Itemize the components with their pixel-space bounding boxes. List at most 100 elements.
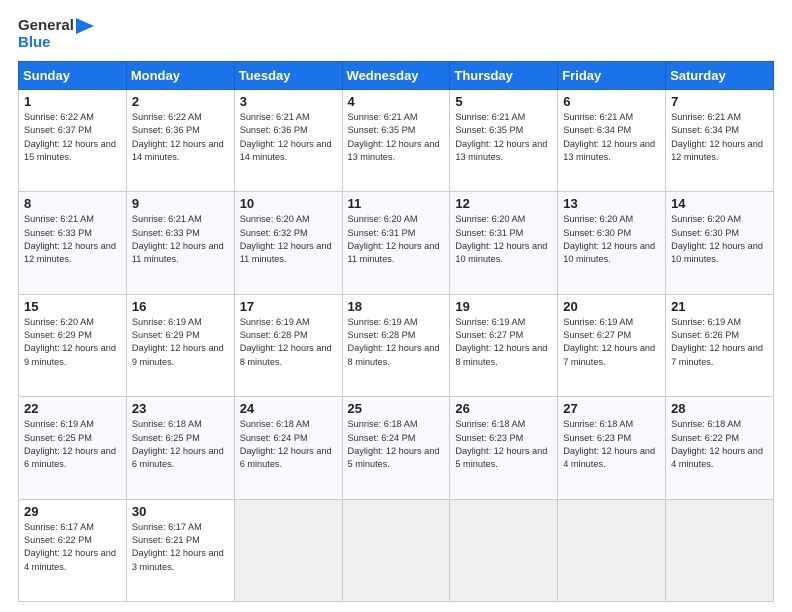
calendar-row: 15 Sunrise: 6:20 AM Sunset: 6:29 PM Dayl… — [19, 294, 774, 396]
table-cell: 29 Sunrise: 6:17 AM Sunset: 6:22 PM Dayl… — [19, 499, 127, 601]
cell-info: Sunrise: 6:20 AM Sunset: 6:29 PM Dayligh… — [24, 316, 121, 369]
day-number: 1 — [24, 94, 121, 109]
cell-info: Sunrise: 6:20 AM Sunset: 6:32 PM Dayligh… — [240, 213, 337, 266]
table-cell — [666, 499, 774, 601]
col-wednesday: Wednesday — [342, 62, 450, 90]
day-number: 27 — [563, 401, 660, 416]
table-cell — [450, 499, 558, 601]
cell-info: Sunrise: 6:22 AM Sunset: 6:37 PM Dayligh… — [24, 111, 121, 164]
day-number: 22 — [24, 401, 121, 416]
table-cell: 7 Sunrise: 6:21 AM Sunset: 6:34 PM Dayli… — [666, 90, 774, 192]
day-number: 6 — [563, 94, 660, 109]
table-cell: 23 Sunrise: 6:18 AM Sunset: 6:25 PM Dayl… — [126, 397, 234, 499]
table-cell: 19 Sunrise: 6:19 AM Sunset: 6:27 PM Dayl… — [450, 294, 558, 396]
col-tuesday: Tuesday — [234, 62, 342, 90]
day-number: 4 — [348, 94, 445, 109]
table-cell: 5 Sunrise: 6:21 AM Sunset: 6:35 PM Dayli… — [450, 90, 558, 192]
col-thursday: Thursday — [450, 62, 558, 90]
cell-info: Sunrise: 6:21 AM Sunset: 6:33 PM Dayligh… — [24, 213, 121, 266]
cell-info: Sunrise: 6:18 AM Sunset: 6:24 PM Dayligh… — [348, 418, 445, 471]
day-number: 13 — [563, 196, 660, 211]
cell-info: Sunrise: 6:19 AM Sunset: 6:28 PM Dayligh… — [240, 316, 337, 369]
table-cell: 4 Sunrise: 6:21 AM Sunset: 6:35 PM Dayli… — [342, 90, 450, 192]
table-cell: 2 Sunrise: 6:22 AM Sunset: 6:36 PM Dayli… — [126, 90, 234, 192]
header: General Blue — [18, 18, 774, 51]
table-cell: 25 Sunrise: 6:18 AM Sunset: 6:24 PM Dayl… — [342, 397, 450, 499]
table-cell: 8 Sunrise: 6:21 AM Sunset: 6:33 PM Dayli… — [19, 192, 127, 294]
cell-info: Sunrise: 6:19 AM Sunset: 6:27 PM Dayligh… — [563, 316, 660, 369]
table-cell: 12 Sunrise: 6:20 AM Sunset: 6:31 PM Dayl… — [450, 192, 558, 294]
cell-info: Sunrise: 6:17 AM Sunset: 6:22 PM Dayligh… — [24, 521, 121, 574]
cell-info: Sunrise: 6:21 AM Sunset: 6:35 PM Dayligh… — [348, 111, 445, 164]
cell-info: Sunrise: 6:22 AM Sunset: 6:36 PM Dayligh… — [132, 111, 229, 164]
table-cell: 22 Sunrise: 6:19 AM Sunset: 6:25 PM Dayl… — [19, 397, 127, 499]
day-number: 18 — [348, 299, 445, 314]
logo-general: General — [18, 18, 74, 35]
table-cell: 1 Sunrise: 6:22 AM Sunset: 6:37 PM Dayli… — [19, 90, 127, 192]
cell-info: Sunrise: 6:18 AM Sunset: 6:24 PM Dayligh… — [240, 418, 337, 471]
cell-info: Sunrise: 6:19 AM Sunset: 6:26 PM Dayligh… — [671, 316, 768, 369]
calendar-row: 22 Sunrise: 6:19 AM Sunset: 6:25 PM Dayl… — [19, 397, 774, 499]
table-cell: 16 Sunrise: 6:19 AM Sunset: 6:29 PM Dayl… — [126, 294, 234, 396]
cell-info: Sunrise: 6:18 AM Sunset: 6:23 PM Dayligh… — [455, 418, 552, 471]
calendar-header-row: Sunday Monday Tuesday Wednesday Thursday… — [19, 62, 774, 90]
table-cell: 9 Sunrise: 6:21 AM Sunset: 6:33 PM Dayli… — [126, 192, 234, 294]
day-number: 8 — [24, 196, 121, 211]
table-cell: 6 Sunrise: 6:21 AM Sunset: 6:34 PM Dayli… — [558, 90, 666, 192]
day-number: 24 — [240, 401, 337, 416]
table-cell: 11 Sunrise: 6:20 AM Sunset: 6:31 PM Dayl… — [342, 192, 450, 294]
day-number: 14 — [671, 196, 768, 211]
cell-info: Sunrise: 6:18 AM Sunset: 6:25 PM Dayligh… — [132, 418, 229, 471]
day-number: 17 — [240, 299, 337, 314]
day-number: 7 — [671, 94, 768, 109]
day-number: 20 — [563, 299, 660, 314]
table-cell — [342, 499, 450, 601]
cell-info: Sunrise: 6:17 AM Sunset: 6:21 PM Dayligh… — [132, 521, 229, 574]
cell-info: Sunrise: 6:19 AM Sunset: 6:29 PM Dayligh… — [132, 316, 229, 369]
calendar-row: 1 Sunrise: 6:22 AM Sunset: 6:37 PM Dayli… — [19, 90, 774, 192]
col-friday: Friday — [558, 62, 666, 90]
day-number: 21 — [671, 299, 768, 314]
table-cell: 30 Sunrise: 6:17 AM Sunset: 6:21 PM Dayl… — [126, 499, 234, 601]
table-cell: 14 Sunrise: 6:20 AM Sunset: 6:30 PM Dayl… — [666, 192, 774, 294]
page: General Blue Sunday Monday Tuesday Wedne… — [0, 0, 792, 612]
day-number: 11 — [348, 196, 445, 211]
table-cell: 3 Sunrise: 6:21 AM Sunset: 6:36 PM Dayli… — [234, 90, 342, 192]
table-cell: 24 Sunrise: 6:18 AM Sunset: 6:24 PM Dayl… — [234, 397, 342, 499]
day-number: 25 — [348, 401, 445, 416]
day-number: 26 — [455, 401, 552, 416]
table-cell: 17 Sunrise: 6:19 AM Sunset: 6:28 PM Dayl… — [234, 294, 342, 396]
cell-info: Sunrise: 6:20 AM Sunset: 6:30 PM Dayligh… — [563, 213, 660, 266]
col-sunday: Sunday — [19, 62, 127, 90]
day-number: 29 — [24, 504, 121, 519]
day-number: 23 — [132, 401, 229, 416]
table-cell: 28 Sunrise: 6:18 AM Sunset: 6:22 PM Dayl… — [666, 397, 774, 499]
day-number: 2 — [132, 94, 229, 109]
cell-info: Sunrise: 6:21 AM Sunset: 6:34 PM Dayligh… — [671, 111, 768, 164]
table-cell — [234, 499, 342, 601]
cell-info: Sunrise: 6:21 AM Sunset: 6:35 PM Dayligh… — [455, 111, 552, 164]
calendar-row: 8 Sunrise: 6:21 AM Sunset: 6:33 PM Dayli… — [19, 192, 774, 294]
logo-blue: Blue — [18, 35, 51, 52]
day-number: 5 — [455, 94, 552, 109]
cell-info: Sunrise: 6:21 AM Sunset: 6:34 PM Dayligh… — [563, 111, 660, 164]
day-number: 30 — [132, 504, 229, 519]
cell-info: Sunrise: 6:18 AM Sunset: 6:23 PM Dayligh… — [563, 418, 660, 471]
table-cell: 21 Sunrise: 6:19 AM Sunset: 6:26 PM Dayl… — [666, 294, 774, 396]
table-cell: 26 Sunrise: 6:18 AM Sunset: 6:23 PM Dayl… — [450, 397, 558, 499]
col-saturday: Saturday — [666, 62, 774, 90]
day-number: 12 — [455, 196, 552, 211]
logo: General Blue — [18, 18, 94, 51]
cell-info: Sunrise: 6:20 AM Sunset: 6:30 PM Dayligh… — [671, 213, 768, 266]
cell-info: Sunrise: 6:21 AM Sunset: 6:36 PM Dayligh… — [240, 111, 337, 164]
day-number: 19 — [455, 299, 552, 314]
cell-info: Sunrise: 6:19 AM Sunset: 6:28 PM Dayligh… — [348, 316, 445, 369]
table-cell: 20 Sunrise: 6:19 AM Sunset: 6:27 PM Dayl… — [558, 294, 666, 396]
table-cell: 18 Sunrise: 6:19 AM Sunset: 6:28 PM Dayl… — [342, 294, 450, 396]
table-cell: 15 Sunrise: 6:20 AM Sunset: 6:29 PM Dayl… — [19, 294, 127, 396]
cell-info: Sunrise: 6:21 AM Sunset: 6:33 PM Dayligh… — [132, 213, 229, 266]
day-number: 3 — [240, 94, 337, 109]
calendar-table: Sunday Monday Tuesday Wednesday Thursday… — [18, 61, 774, 602]
day-number: 15 — [24, 299, 121, 314]
logo-arrow-icon — [76, 18, 94, 34]
